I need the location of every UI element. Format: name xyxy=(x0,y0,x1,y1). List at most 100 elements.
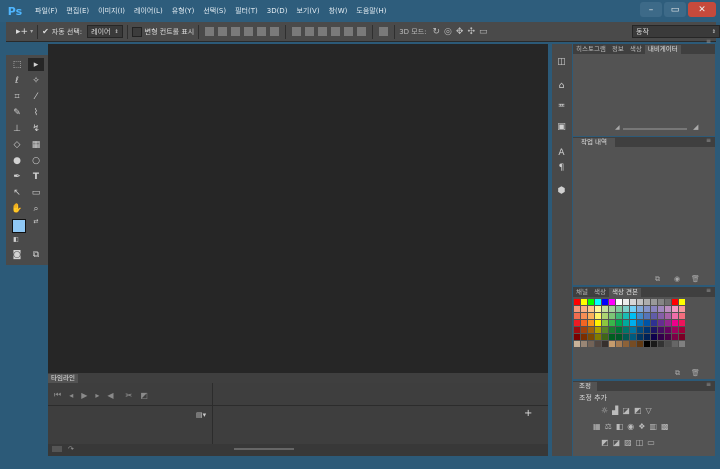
layer-comps-icon[interactable]: ▣ xyxy=(556,121,567,132)
scissors-icon[interactable]: ✂ xyxy=(126,391,133,400)
3d-rotate-icon[interactable]: ↻ xyxy=(433,27,441,37)
color-swatch[interactable] xyxy=(616,334,622,340)
color-swatch[interactable] xyxy=(595,327,601,333)
photo-filter-icon[interactable]: ❖ xyxy=(638,422,645,431)
color-swatch[interactable] xyxy=(574,341,580,347)
transition-icon[interactable]: ◩ xyxy=(140,391,148,400)
timeline-toggle-icon[interactable] xyxy=(52,446,62,452)
color-swatch[interactable] xyxy=(616,327,622,333)
color-swatch[interactable] xyxy=(588,327,594,333)
tab-color[interactable]: 색상 xyxy=(627,45,645,54)
color-swatch[interactable] xyxy=(658,306,664,312)
color-swatch[interactable] xyxy=(665,334,671,340)
color-swatch[interactable] xyxy=(623,313,629,319)
color-swatch[interactable] xyxy=(672,299,678,305)
color-swatch[interactable] xyxy=(679,341,685,347)
color-swatch[interactable] xyxy=(574,299,580,305)
distribute-vcenter-icon[interactable] xyxy=(305,27,315,36)
tab-info[interactable]: 정보 xyxy=(609,45,627,54)
foreground-color-swatch[interactable] xyxy=(12,219,26,233)
trash-icon[interactable]: 🗑 xyxy=(691,369,700,377)
menu-image[interactable]: 이미지(I) xyxy=(98,6,125,16)
color-swatch[interactable] xyxy=(637,327,643,333)
pen-tool-icon[interactable]: ✒ xyxy=(9,170,25,183)
play-icon[interactable]: ▶ xyxy=(81,391,87,400)
tab-timeline[interactable]: 타임라인 xyxy=(48,374,78,383)
color-swatch[interactable] xyxy=(588,320,594,326)
panel-menu-icon[interactable]: ≡ xyxy=(706,381,711,388)
color-swatch[interactable] xyxy=(574,327,580,333)
color-swatch[interactable] xyxy=(658,334,664,340)
3d-pan-icon[interactable]: ✥ xyxy=(456,27,464,37)
color-swatch[interactable] xyxy=(588,341,594,347)
color-swatch[interactable] xyxy=(595,334,601,340)
color-swatch[interactable] xyxy=(574,320,580,326)
black-white-icon[interactable]: ◉ xyxy=(627,422,634,431)
color-lookup-icon[interactable]: ▩ xyxy=(661,422,669,431)
character-icon[interactable]: A xyxy=(556,147,567,158)
color-swatch[interactable] xyxy=(616,341,622,347)
distribute-top-icon[interactable] xyxy=(292,27,302,36)
menu-file[interactable]: 파일(F) xyxy=(35,6,57,16)
color-swatch[interactable] xyxy=(651,327,657,333)
color-swatch[interactable] xyxy=(581,320,587,326)
3d-slide-icon[interactable]: ✣ xyxy=(467,27,475,37)
panel-menu-icon[interactable]: ≡ xyxy=(706,137,711,144)
align-bottom-icon[interactable] xyxy=(231,27,241,36)
color-swatch[interactable] xyxy=(672,320,678,326)
color-swatch[interactable] xyxy=(630,320,636,326)
levels-icon[interactable]: ▟ xyxy=(612,406,618,415)
color-swatch[interactable] xyxy=(588,313,594,319)
menu-select[interactable]: 선택(S) xyxy=(203,6,226,16)
color-swatch[interactable] xyxy=(630,341,636,347)
color-swatch[interactable] xyxy=(651,341,657,347)
tab-navigator[interactable]: 내비게이터 xyxy=(644,45,681,54)
zoom-out-icon[interactable]: ◢ xyxy=(615,124,620,131)
gradient-icon[interactable]: ▭ xyxy=(647,438,655,447)
color-swatch[interactable] xyxy=(588,334,594,340)
brush-presets-icon[interactable]: ⌂ xyxy=(556,80,567,91)
3d-roll-icon[interactable]: ◎ xyxy=(444,27,452,37)
gradient-tool-icon[interactable]: ▦ xyxy=(28,138,44,151)
align-left-icon[interactable] xyxy=(244,27,254,36)
color-swatch[interactable] xyxy=(602,306,608,312)
color-swatch[interactable] xyxy=(672,327,678,333)
color-swatch[interactable] xyxy=(581,341,587,347)
threshold-icon[interactable]: ▨ xyxy=(624,438,632,447)
color-swatch[interactable] xyxy=(644,313,650,319)
hand-tool-icon[interactable]: ✋ xyxy=(9,202,25,215)
color-swatch[interactable] xyxy=(651,299,657,305)
align-top-icon[interactable] xyxy=(205,27,215,36)
transform-controls-checkbox[interactable] xyxy=(131,26,142,37)
quick-mask-icon[interactable]: ◙ xyxy=(9,248,25,261)
path-selection-tool-icon[interactable]: ↖ xyxy=(9,186,25,199)
color-swatch[interactable] xyxy=(658,327,664,333)
color-swatch[interactable] xyxy=(644,341,650,347)
marquee-tool-icon[interactable]: ⬚ xyxy=(9,58,25,71)
color-swatch[interactable] xyxy=(665,327,671,333)
color-swatch[interactable] xyxy=(651,313,657,319)
add-media-button[interactable]: + xyxy=(524,408,532,419)
color-swatch[interactable] xyxy=(665,299,671,305)
eyedropper-tool-icon[interactable]: ⁄ xyxy=(28,90,44,103)
color-swatch[interactable] xyxy=(595,341,601,347)
new-swatch-icon[interactable]: ⧉ xyxy=(675,369,680,378)
color-swatch[interactable] xyxy=(602,334,608,340)
render-icon[interactable]: ↷ xyxy=(68,445,74,453)
color-swatch[interactable] xyxy=(630,306,636,312)
color-swatch[interactable] xyxy=(595,313,601,319)
posterize-icon[interactable]: ◪ xyxy=(613,438,621,447)
swap-colors-icon[interactable]: ⇄ xyxy=(28,215,44,228)
gradient-map-icon[interactable]: ▽ xyxy=(645,406,651,415)
color-swatch[interactable] xyxy=(602,299,608,305)
auto-align-icon[interactable] xyxy=(379,27,389,36)
crop-tool-icon[interactable]: ⌗ xyxy=(9,90,25,103)
move-tool-icon[interactable]: ▸ xyxy=(28,58,44,71)
color-swatch[interactable] xyxy=(630,327,636,333)
zoom-tool-icon[interactable]: ⌕ xyxy=(28,202,44,215)
tab-histogram[interactable]: 히스토그램 xyxy=(573,45,609,54)
align-right-icon[interactable] xyxy=(270,27,280,36)
color-swatch[interactable] xyxy=(623,334,629,340)
color-swatch[interactable] xyxy=(609,320,615,326)
color-swatch[interactable] xyxy=(609,341,615,347)
